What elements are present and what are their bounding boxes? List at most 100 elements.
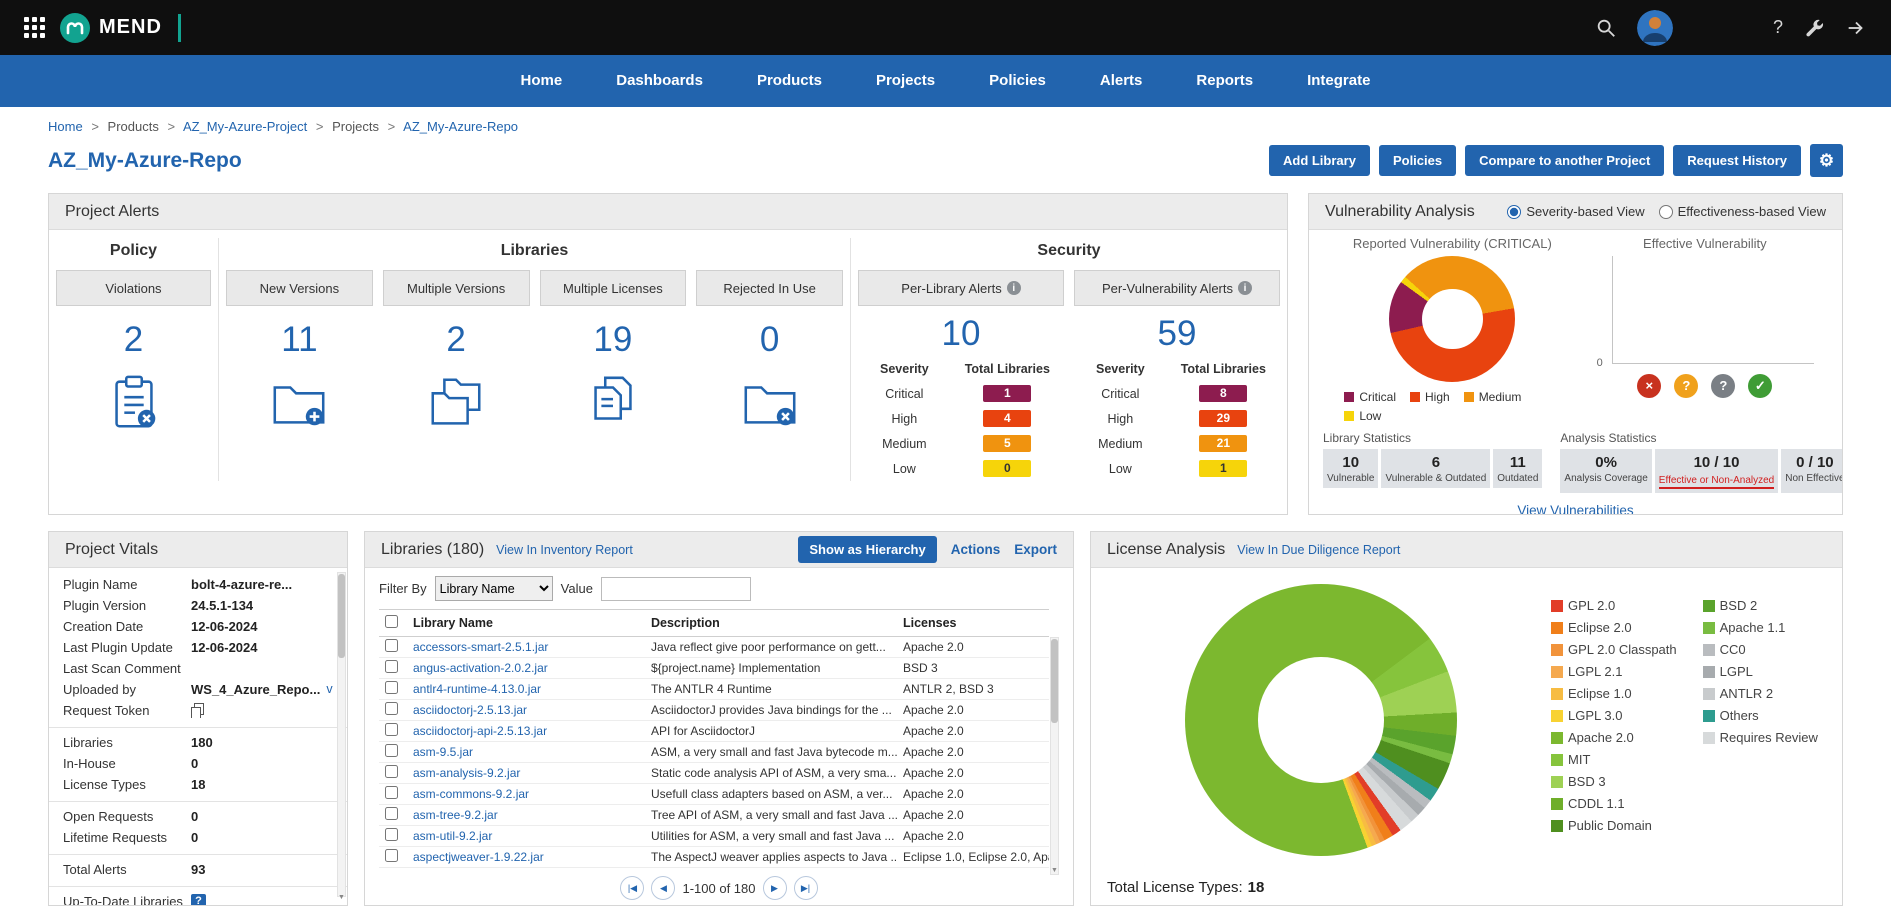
nav-reports[interactable]: Reports	[1169, 55, 1280, 107]
copy-icon[interactable]	[191, 703, 204, 718]
policies-button[interactable]: Policies	[1379, 145, 1456, 176]
library-link[interactable]: asm-commons-9.2.jar	[413, 787, 529, 801]
severity-based-view-radio[interactable]: Severity-based View	[1507, 204, 1644, 219]
rejected-in-use-tab[interactable]: Rejected In Use	[696, 270, 843, 306]
select-all-checkbox[interactable]	[385, 615, 398, 628]
export-button[interactable]: Export	[1014, 542, 1057, 557]
row-checkbox[interactable]	[385, 639, 398, 652]
nav-home[interactable]: Home	[494, 55, 590, 107]
settings-gear-button[interactable]: ⚙	[1810, 144, 1843, 177]
legend-lgpl-2-1: LGPL 2.1	[1551, 664, 1677, 679]
effective-vulnerability-title: Effective Vulnerability	[1582, 236, 1828, 251]
show-as-hierarchy-button[interactable]: Show as Hierarchy	[798, 536, 936, 563]
legend-swatch	[1551, 798, 1563, 810]
breadcrumb-home[interactable]: Home	[48, 119, 83, 134]
row-checkbox[interactable]	[385, 786, 398, 799]
nav-policies[interactable]: Policies	[962, 55, 1073, 107]
row-checkbox[interactable]	[385, 828, 398, 841]
filter-by-select[interactable]: Library Name	[435, 576, 553, 601]
per-library-alerts-tab[interactable]: Per-Library Alerts i	[858, 270, 1064, 306]
license-analysis-panel: License Analysis View In Due Diligence R…	[1090, 531, 1843, 906]
pagination: |◀ ◀ 1-100 of 180 ▶ ▶|	[365, 876, 1073, 900]
effectiveness-based-view-radio[interactable]: Effectiveness-based View	[1659, 204, 1826, 219]
legend-apache-1-1: Apache 1.1	[1703, 620, 1818, 635]
scrollbar-thumb[interactable]	[338, 574, 345, 658]
row-checkbox[interactable]	[385, 660, 398, 673]
column-header-licenses[interactable]: Licenses	[897, 610, 1049, 637]
last-page-button[interactable]: ▶|	[794, 876, 818, 900]
legend-apache-2-0: Apache 2.0	[1551, 730, 1677, 745]
library-link[interactable]: antlr4-runtime-4.13.0.jar	[413, 682, 541, 696]
user-avatar[interactable]	[1637, 10, 1673, 46]
brand-name: MEND	[99, 16, 162, 39]
vitals-scrollbar[interactable]	[337, 572, 346, 897]
request-history-button[interactable]: Request History	[1673, 145, 1801, 176]
medium-badge: 21	[1199, 435, 1247, 452]
row-checkbox[interactable]	[385, 807, 398, 820]
row-checkbox[interactable]	[385, 723, 398, 736]
column-header-description[interactable]: Description	[645, 610, 897, 637]
next-page-button[interactable]: ▶	[763, 876, 787, 900]
view-vulnerabilities-link[interactable]: View Vulnerabilities	[1323, 503, 1828, 515]
severity-based-view-input[interactable]	[1507, 205, 1521, 219]
row-checkbox[interactable]	[385, 702, 398, 715]
vitals-row-libraries: Libraries180	[49, 727, 347, 753]
library-link[interactable]: aspectjweaver-1.9.22.jar	[413, 850, 544, 864]
legend-mit: MIT	[1551, 752, 1677, 767]
row-checkbox[interactable]	[385, 849, 398, 862]
multiple-licenses-tab[interactable]: Multiple Licenses	[540, 270, 687, 306]
row-checkbox[interactable]	[385, 681, 398, 694]
nav-alerts[interactable]: Alerts	[1073, 55, 1170, 107]
library-link[interactable]: asm-tree-9.2.jar	[413, 808, 498, 822]
shield-unknown-orange-icon: ?	[1674, 374, 1698, 398]
mend-logo-icon	[59, 12, 91, 44]
libraries-scrollbar[interactable]	[1050, 637, 1059, 875]
inventory-report-link[interactable]: View In Inventory Report	[496, 543, 633, 557]
due-diligence-report-link[interactable]: View In Due Diligence Report	[1237, 543, 1400, 557]
multiple-versions-tab[interactable]: Multiple Versions	[383, 270, 530, 306]
library-link[interactable]: asciidoctorj-2.5.13.jar	[413, 703, 527, 717]
actions-button[interactable]: Actions	[951, 542, 1001, 557]
breadcrumb-project-name[interactable]: AZ_My-Azure-Repo	[403, 119, 518, 134]
nav-dashboards[interactable]: Dashboards	[589, 55, 730, 107]
violations-tab[interactable]: Violations	[56, 270, 211, 306]
library-link[interactable]: asm-analysis-9.2.jar	[413, 766, 520, 780]
legend-lgpl-3-0: LGPL 3.0	[1551, 708, 1677, 723]
effectiveness-based-view-input[interactable]	[1659, 205, 1673, 219]
scroll-down-arrow[interactable]: ▼	[1050, 866, 1059, 876]
nav-products[interactable]: Products	[730, 55, 849, 107]
new-versions-tab[interactable]: New Versions	[226, 270, 373, 306]
row-checkbox[interactable]	[385, 765, 398, 778]
help-badge[interactable]: ?	[191, 894, 206, 906]
logout-arrow-icon[interactable]	[1845, 17, 1867, 39]
scroll-down-arrow[interactable]: ▼	[337, 893, 346, 903]
help-icon[interactable]: ?	[1773, 17, 1783, 38]
library-link[interactable]: angus-activation-2.0.2.jar	[413, 661, 548, 675]
library-link[interactable]: asm-9.5.jar	[413, 745, 473, 759]
nav-projects[interactable]: Projects	[849, 55, 962, 107]
library-link[interactable]: asm-util-9.2.jar	[413, 829, 492, 843]
prev-page-button[interactable]: ◀	[651, 876, 675, 900]
library-link[interactable]: accessors-smart-2.5.1.jar	[413, 640, 548, 654]
legend-eclipse-2-0: Eclipse 2.0	[1551, 620, 1677, 635]
brand-logo[interactable]: MEND	[59, 12, 181, 44]
scrollbar-thumb[interactable]	[1051, 639, 1058, 723]
add-library-button[interactable]: Add Library	[1269, 145, 1370, 176]
row-checkbox[interactable]	[385, 744, 398, 757]
uploaded-by-view-link[interactable]: view	[326, 682, 333, 697]
first-page-button[interactable]: |◀	[620, 876, 644, 900]
legend-cc0: CC0	[1703, 642, 1818, 657]
app-launcher-icon[interactable]	[24, 17, 45, 38]
multiple-versions-count: 2	[383, 320, 530, 360]
severity-row-high: High 4	[858, 406, 1064, 431]
filter-value-input[interactable]	[601, 577, 751, 601]
column-header-library-name[interactable]: Library Name	[407, 610, 645, 637]
per-vulnerability-alerts-tab[interactable]: Per-Vulnerability Alerts i	[1074, 270, 1280, 306]
compare-project-button[interactable]: Compare to another Project	[1465, 145, 1664, 176]
breadcrumb-separator: >	[91, 119, 99, 134]
breadcrumb-product-name[interactable]: AZ_My-Azure-Project	[183, 119, 307, 134]
nav-integrate[interactable]: Integrate	[1280, 55, 1397, 107]
wrench-icon[interactable]	[1803, 17, 1825, 39]
library-link[interactable]: asciidoctorj-api-2.5.13.jar	[413, 724, 547, 738]
search-icon[interactable]	[1595, 17, 1617, 39]
